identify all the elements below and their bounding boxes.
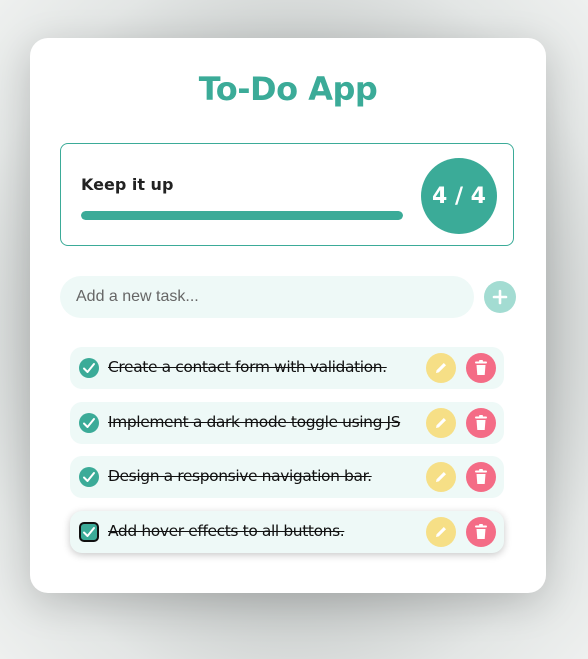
progress-panel: Keep it up 4 / 4 (60, 143, 514, 246)
task-checkbox[interactable] (79, 412, 99, 433)
app-title: To-Do App (198, 70, 378, 108)
progress-bar (81, 211, 403, 220)
todo-card: To-Do App Keep it up 4 / 4 Create a cont… (30, 38, 546, 593)
task-item: Design a responsive navigation bar. (70, 456, 504, 498)
edit-task-button[interactable] (426, 516, 456, 547)
edit-task-button[interactable] (426, 462, 456, 492)
progress-bar-fill (81, 211, 403, 220)
trash-icon (475, 469, 487, 484)
delete-task-button[interactable] (466, 462, 496, 492)
task-text: Add hover effects to all buttons. (108, 521, 345, 540)
trash-icon (475, 360, 487, 375)
delete-task-button[interactable] (466, 407, 496, 438)
edit-task-button[interactable] (426, 407, 456, 438)
trash-icon (475, 523, 487, 539)
check-icon (83, 472, 95, 482)
task-checkbox[interactable] (79, 467, 99, 487)
task-item: Add hover effects to all buttons. (70, 510, 504, 553)
trash-icon (475, 414, 487, 430)
pencil-icon (436, 363, 446, 373)
task-text: Implement a dark mode toggle using JS (108, 412, 401, 431)
check-icon (83, 363, 95, 373)
task-item: Create a contact form with validation. (70, 347, 504, 389)
task-text: Design a responsive navigation bar. (108, 467, 372, 485)
task-checkbox[interactable] (79, 358, 99, 378)
plus-icon (492, 289, 508, 305)
task-list: Create a contact form with validation. I… (70, 347, 504, 565)
task-item: Implement a dark mode toggle using JS (70, 401, 504, 444)
add-task-button[interactable] (484, 281, 516, 313)
delete-task-button[interactable] (466, 353, 496, 383)
check-icon (83, 417, 95, 428)
pencil-icon (436, 417, 446, 428)
check-icon (83, 526, 95, 537)
task-checkbox[interactable] (79, 521, 99, 542)
delete-task-button[interactable] (466, 516, 496, 547)
progress-count: 4 / 4 (421, 158, 497, 234)
pencil-icon (436, 526, 446, 537)
edit-task-button[interactable] (426, 353, 456, 383)
progress-label: Keep it up (81, 175, 174, 194)
task-text: Create a contact form with validation. (108, 358, 387, 376)
new-task-input[interactable] (60, 276, 474, 318)
pencil-icon (436, 472, 446, 482)
